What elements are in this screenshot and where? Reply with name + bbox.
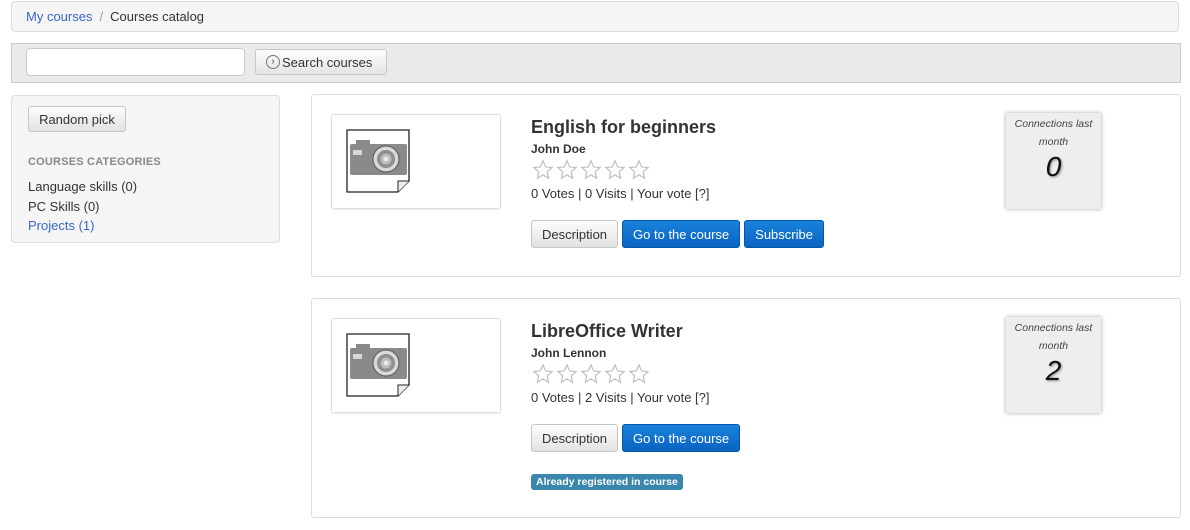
random-pick-button[interactable]: Random pick — [28, 106, 126, 132]
course-teacher: John Doe — [531, 142, 586, 156]
camera-placeholder-icon — [346, 333, 410, 397]
course-card: LibreOffice Writer John Lennon 0 Votes |… — [311, 298, 1181, 518]
connections-count: 2 — [1045, 355, 1062, 386]
course-actions: Description Go to the course — [531, 424, 741, 452]
star-empty-icon[interactable] — [556, 363, 578, 385]
breadcrumb: My courses / Courses catalog — [11, 1, 1179, 32]
go-to-course-button[interactable]: Go to the course — [622, 220, 741, 248]
search-courses-label: Search courses — [282, 54, 373, 70]
categories-list: Language skills (0) PC Skills (0) Projec… — [28, 177, 137, 236]
star-empty-icon[interactable] — [556, 159, 578, 181]
sidebar: Random pick COURSES CATEGORIES Language … — [11, 95, 280, 243]
star-empty-icon[interactable] — [580, 363, 602, 385]
course-stats: 0 Votes | 0 Visits | Your vote [?] — [531, 186, 710, 201]
star-empty-icon[interactable] — [532, 363, 554, 385]
category-projects-link[interactable]: Projects (1) — [28, 216, 137, 236]
breadcrumb-my-courses-link[interactable]: My courses — [26, 9, 92, 24]
search-courses-button[interactable]: › Search courses — [255, 49, 387, 75]
course-card: English for beginners John Doe 0 Votes |… — [311, 94, 1181, 277]
course-title[interactable]: English for beginners — [531, 117, 716, 138]
courses-categories-heading: COURSES CATEGORIES — [28, 156, 161, 168]
course-thumbnail[interactable] — [331, 318, 501, 413]
go-to-course-button[interactable]: Go to the course — [622, 424, 741, 452]
star-empty-icon[interactable] — [628, 363, 650, 385]
description-button[interactable]: Description — [531, 424, 619, 452]
category-language-skills[interactable]: Language skills (0) — [28, 177, 137, 197]
breadcrumb-current: Courses catalog — [110, 9, 205, 24]
star-empty-icon[interactable] — [628, 159, 650, 181]
registered-badge: Already registered in course — [531, 474, 683, 490]
category-pc-skills[interactable]: PC Skills (0) — [28, 197, 137, 217]
star-empty-icon[interactable] — [604, 363, 626, 385]
star-empty-icon[interactable] — [604, 159, 626, 181]
connections-box: Connections last month 0 — [1006, 113, 1101, 209]
circle-chevron-right-icon: › — [266, 55, 280, 69]
connections-box: Connections last month 2 — [1006, 317, 1101, 413]
breadcrumb-separator: / — [99, 9, 104, 24]
rating-stars[interactable] — [532, 159, 650, 181]
course-title[interactable]: LibreOffice Writer — [531, 321, 683, 342]
course-stats: 0 Votes | 2 Visits | Your vote [?] — [531, 390, 710, 405]
connections-count: 0 — [1045, 151, 1062, 182]
rating-stars[interactable] — [532, 363, 650, 385]
camera-placeholder-icon — [346, 129, 410, 193]
course-teacher: John Lennon — [531, 346, 607, 360]
search-input[interactable] — [26, 48, 245, 76]
description-button[interactable]: Description — [531, 220, 619, 248]
search-bar: › Search courses — [11, 43, 1181, 83]
star-empty-icon[interactable] — [532, 159, 554, 181]
course-actions: Description Go to the course Subscribe — [531, 220, 824, 248]
connections-label: Connections last month — [1014, 118, 1093, 148]
connections-label: Connections last month — [1014, 322, 1093, 352]
subscribe-button[interactable]: Subscribe — [744, 220, 824, 248]
course-thumbnail[interactable] — [331, 114, 501, 209]
star-empty-icon[interactable] — [580, 159, 602, 181]
